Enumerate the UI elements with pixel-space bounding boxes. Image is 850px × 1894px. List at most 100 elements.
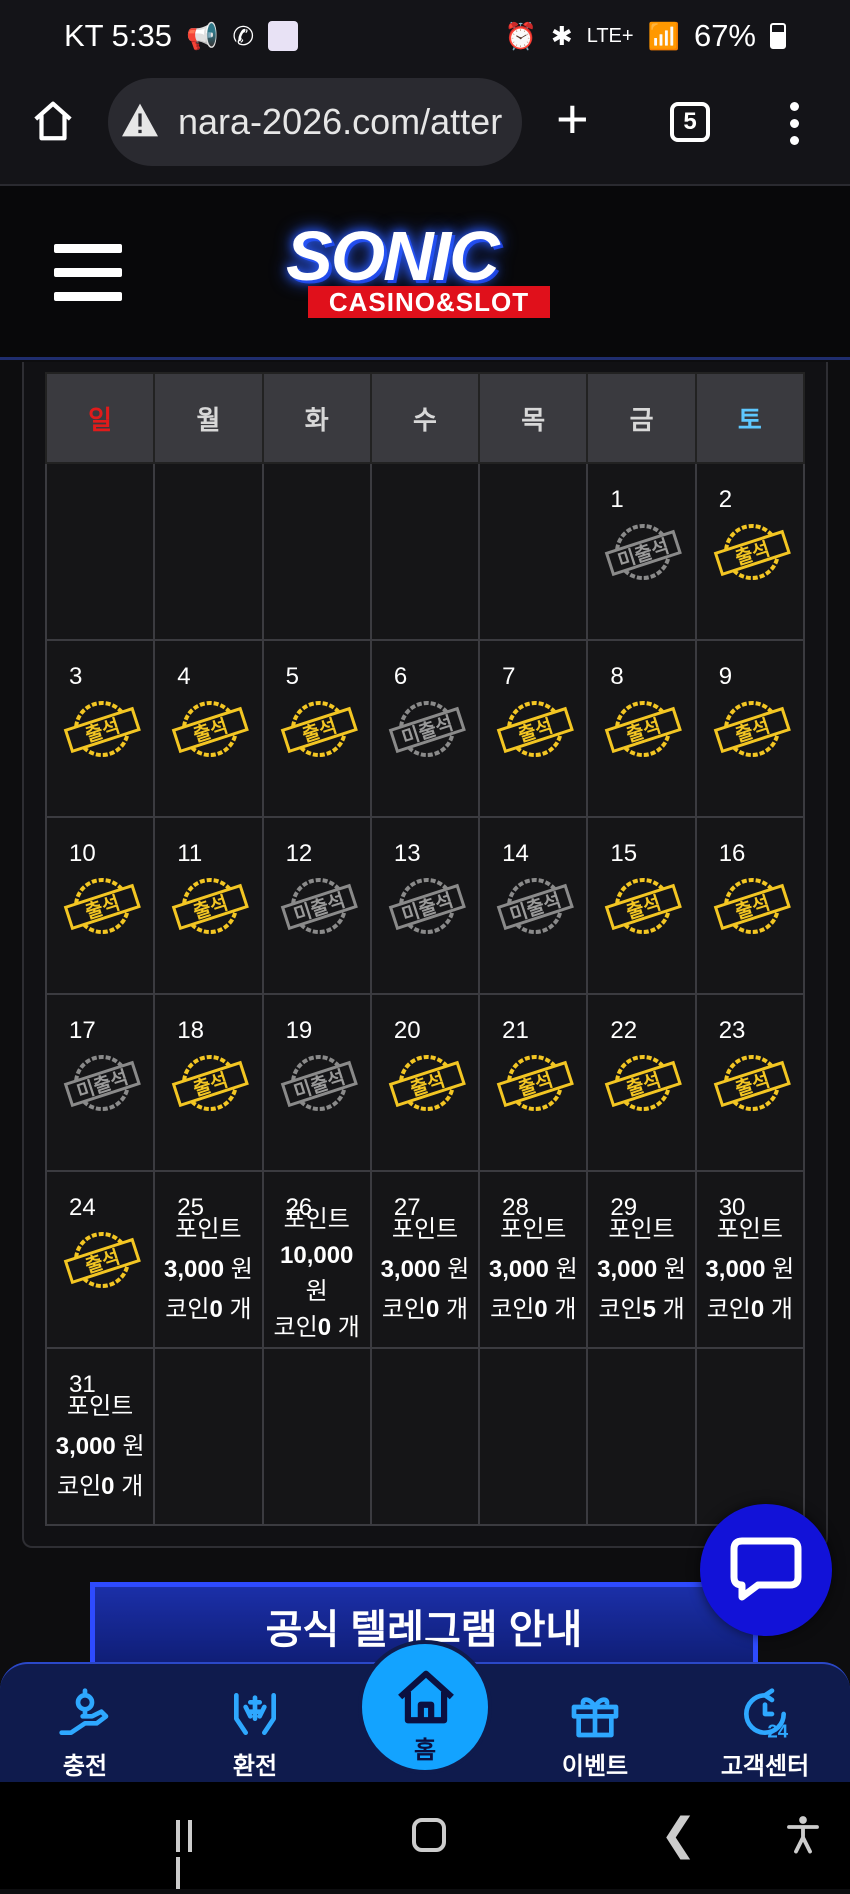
calendar-day-cell: 17 미출석 <box>44 993 156 1172</box>
reward-info: 포인트 3,000 원 코인0 개 <box>155 1210 261 1330</box>
weekday-sun: 일 <box>44 372 156 464</box>
calendar-empty-cell <box>478 462 589 641</box>
calendar-empty-cell <box>261 462 372 641</box>
day-number: 17 <box>69 1017 96 1044</box>
site-header: SONIC CASINO&SLOT <box>0 184 850 360</box>
day-number: 14 <box>502 840 529 867</box>
reward-unit: 개 <box>554 1296 577 1323</box>
live-chat-button[interactable] <box>700 1504 832 1636</box>
day-number: 6 <box>393 663 408 690</box>
reward-coins: 0 <box>534 1296 548 1323</box>
reward-point-label: 포인트 <box>608 1216 675 1243</box>
attended-stamp-icon: 출석 <box>171 1051 250 1115</box>
reward-points: 3,000 <box>597 1256 658 1283</box>
reward-won: 원 <box>555 1256 578 1283</box>
day-number: 15 <box>610 840 638 867</box>
calendar-empty-cell <box>261 1347 372 1526</box>
gift-icon <box>571 1697 619 1738</box>
home-icon[interactable] <box>30 98 76 144</box>
reward-points: 3,000 <box>380 1256 441 1283</box>
calendar-day-cell: 4 출석 <box>153 639 264 818</box>
reward-info: 포인트 3,000 원 코인0 개 <box>372 1210 478 1330</box>
calendar-day-cell: 3 출석 <box>44 639 156 818</box>
accessibility-icon[interactable] <box>782 1812 824 1856</box>
calendar-week-row: 17 미출석 18 출석 19 미출석 20 출석 21 출석 22 출석 23 출석 <box>44 993 806 1172</box>
calendar-day-cell: 12 미출석 <box>261 816 372 995</box>
calendar-empty-cell <box>153 462 264 641</box>
reward-points: 3,000 <box>164 1256 225 1283</box>
new-tab-icon[interactable]: + <box>556 91 589 147</box>
nav-support[interactable]: 24 고객센터 <box>700 1664 830 1784</box>
calendar-week-row: 10 출석 11 출석 12 미출석 13 미출석 14 미출석 15 출석 16 출석 <box>44 816 806 995</box>
system-home-icon[interactable] <box>412 1818 446 1852</box>
calendar-day-cell: 26 포인트 10,000 원 코인0 개 <box>261 1170 372 1349</box>
reward-point-label: 포인트 <box>716 1216 783 1243</box>
attended-stamp-icon: 출석 <box>280 697 358 761</box>
reward-unit: 개 <box>121 1473 144 1500</box>
calendar-day-cell: 8 출석 <box>586 639 697 818</box>
reward-points: 3,000 <box>488 1256 549 1283</box>
site-logo[interactable]: SONIC CASINO&SLOT <box>280 216 580 326</box>
reward-point-label: 포인트 <box>391 1216 459 1243</box>
weekday-fri: 금 <box>586 372 697 464</box>
day-number: 8 <box>610 663 624 690</box>
reward-unit: 개 <box>446 1296 469 1323</box>
nav-exchange[interactable]: 환전 <box>190 1664 320 1784</box>
attended-stamp-icon: 출석 <box>388 1051 466 1115</box>
calendar-empty-cell <box>44 462 156 641</box>
reward-point-label: 포인트 <box>283 1206 350 1233</box>
reward-info: 포인트 3,000 원 코인0 개 <box>47 1387 153 1507</box>
attended-stamp-icon: 출석 <box>63 1228 141 1292</box>
calendar-day-cell: 6 미출석 <box>369 639 481 818</box>
reward-info: 포인트 3,000 원 코인5 개 <box>588 1210 694 1330</box>
attendance-calendar: 일 월 화 수 목 금 토 1 미출석 2 출석 3 출석 4 출석 5 출석 6 미출석 7 출석 8 출석… <box>44 372 806 1526</box>
day-number: 2 <box>718 486 733 513</box>
svg-text:24: 24 <box>767 1720 788 1741</box>
calendar-day-cell: 16 출석 <box>694 816 806 995</box>
day-number: 10 <box>69 840 96 867</box>
tab-count: 5 <box>683 108 697 135</box>
missed-stamp-icon: 미출석 <box>63 1051 141 1115</box>
attended-stamp-icon: 출석 <box>171 697 250 761</box>
network-label: LTE+ <box>586 24 634 47</box>
url-bar[interactable]: nara-2026.com/atter <box>108 78 522 166</box>
day-number: 11 <box>177 840 203 867</box>
reward-coins: 0 <box>750 1296 765 1323</box>
reward-points: 3,000 <box>55 1433 116 1460</box>
missed-stamp-icon: 미출석 <box>388 697 466 761</box>
reward-unit: 개 <box>770 1296 793 1323</box>
weekday-sat: 토 <box>694 372 806 464</box>
day-number: 3 <box>69 663 83 690</box>
back-icon[interactable]: ❮ <box>660 1813 697 1857</box>
support-24-icon: 24 <box>744 1688 789 1741</box>
warning-icon[interactable] <box>120 102 160 138</box>
more-menu-icon[interactable] <box>790 102 800 146</box>
attended-stamp-icon: 출석 <box>604 874 683 938</box>
day-number: 24 <box>69 1194 96 1221</box>
logo-word: SONIC <box>286 217 500 295</box>
calendar-day-cell: 13 미출석 <box>369 816 481 995</box>
nav-home[interactable]: 홈 <box>358 1640 492 1774</box>
recent-apps-icon[interactable] <box>176 1820 210 1889</box>
weekday-wed: 수 <box>369 372 481 464</box>
day-number: 7 <box>502 663 516 690</box>
system-navigation: ❮ <box>0 1782 850 1889</box>
reward-won: 원 <box>447 1256 470 1283</box>
attended-stamp-icon: 출석 <box>713 1051 791 1115</box>
day-number: 16 <box>718 840 746 867</box>
day-number: 21 <box>502 1017 529 1044</box>
reward-unit: 개 <box>337 1314 360 1341</box>
tab-switcher-button[interactable]: 5 <box>670 102 710 142</box>
hamburger-menu-icon[interactable] <box>54 244 122 302</box>
weekday-thu: 목 <box>478 372 589 464</box>
calendar-day-cell: 7 출석 <box>478 639 589 818</box>
nav-charge[interactable]: 충전 <box>20 1664 150 1784</box>
calendar-empty-cell <box>478 1347 589 1526</box>
nav-event[interactable]: 이벤트 <box>530 1664 660 1784</box>
attended-stamp-icon: 출석 <box>713 697 791 761</box>
reward-coins: 5 <box>642 1296 656 1323</box>
calendar-empty-cell <box>369 1347 481 1526</box>
reward-unit: 개 <box>229 1296 252 1323</box>
missed-stamp-icon: 미출석 <box>604 520 683 584</box>
attended-stamp-icon: 출석 <box>171 874 250 938</box>
